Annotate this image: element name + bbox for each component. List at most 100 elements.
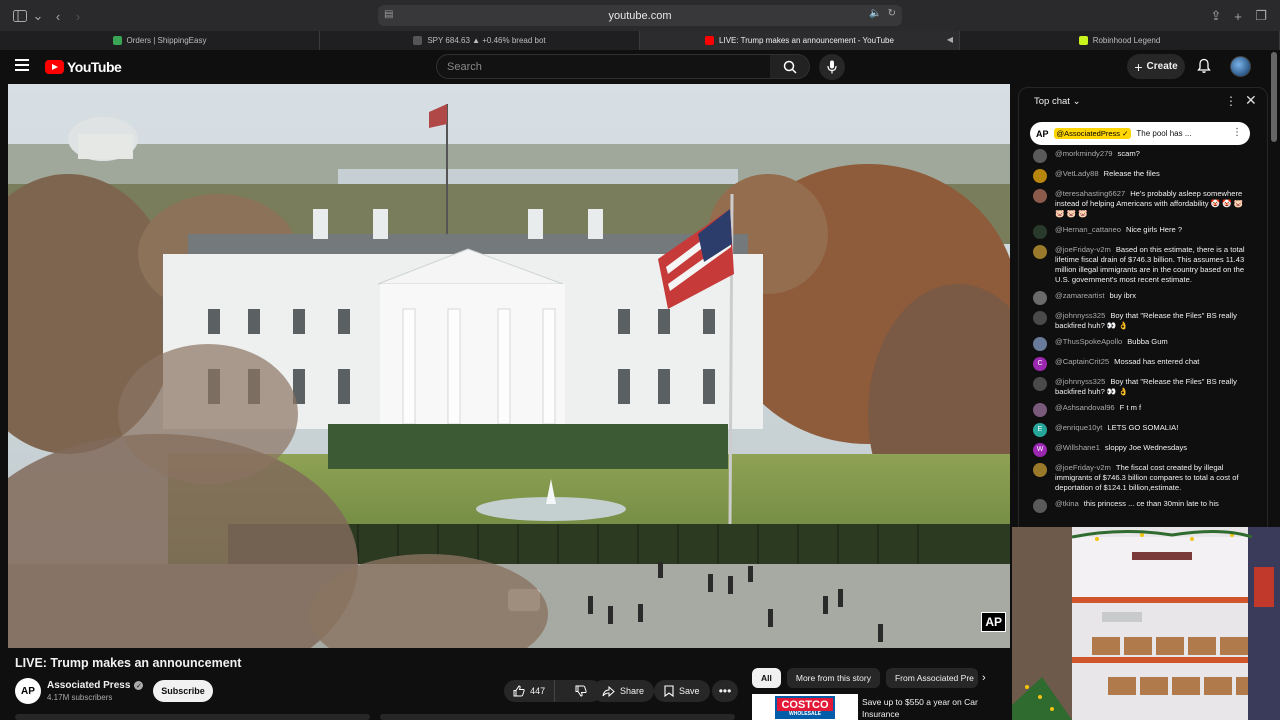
chat-author-avatar[interactable] — [1033, 245, 1047, 259]
bookmark-icon — [664, 685, 674, 697]
chat-message-body: @joeFriday-v2m Based on this estimate, th… — [1055, 245, 1251, 285]
page-settings-icon[interactable]: ▤ — [384, 9, 396, 21]
chat-author-name[interactable]: @teresahasting6627 — [1055, 189, 1125, 198]
youtube-logo[interactable]: YouTube — [45, 59, 122, 75]
tab-overview-icon[interactable]: ❐ — [1251, 6, 1271, 26]
tab-shippingeasy[interactable]: Orders | ShippingEasy — [0, 31, 320, 50]
chat-message[interactable]: E @enrique10yt LETS GO SOMALIA! — [1033, 423, 1251, 437]
chat-author-name[interactable]: @morkmindy279 — [1055, 149, 1113, 158]
chat-message[interactable]: @ThusSpokeApollo Bubba Gum — [1033, 337, 1251, 351]
address-bar[interactable]: ▤ youtube.com 🔈 ↻ — [378, 5, 902, 26]
page-scrollbar[interactable] — [1271, 52, 1277, 142]
save-label: Save — [679, 686, 700, 696]
chevron-down-icon[interactable]: ⌄ — [28, 6, 48, 26]
share-icon[interactable]: ⇪ — [1206, 6, 1226, 26]
chat-author-name[interactable]: @joeFriday-v2m — [1055, 245, 1111, 254]
chat-author-name[interactable]: @VetLady88 — [1055, 169, 1099, 178]
chat-author-name[interactable]: @Ashsandoval96 — [1055, 403, 1115, 412]
chat-message[interactable]: @johnnyss325 Boy that "Release the Files"… — [1033, 311, 1251, 331]
chat-message[interactable]: @joeFriday-v2m Based on this estimate, th… — [1033, 245, 1251, 285]
ad-title[interactable]: Save up to $550 a year on Car Insurance — [862, 696, 992, 720]
chat-author-avatar[interactable] — [1033, 225, 1047, 239]
pinned-more-icon[interactable]: ⋮ — [1232, 127, 1242, 138]
search-input[interactable]: Search — [436, 54, 771, 79]
chat-author-name[interactable]: @tkina — [1055, 499, 1079, 508]
chat-author-avatar[interactable] — [1033, 403, 1047, 417]
channel-avatar[interactable]: AP — [15, 678, 41, 704]
chat-author-avatar[interactable] — [1033, 169, 1047, 183]
chip-all[interactable]: All — [752, 668, 781, 688]
account-avatar[interactable] — [1230, 56, 1251, 77]
chat-message[interactable]: @tkina this princess ... ce than 30min la… — [1033, 499, 1251, 513]
chat-author-name[interactable]: @CaptainCrit25 — [1055, 357, 1109, 366]
share-label: Share — [620, 686, 645, 696]
like-button[interactable]: 447 — [504, 680, 556, 702]
chat-message[interactable]: C @CaptainCrit25 Mossad has entered chat — [1033, 357, 1251, 371]
subscribe-button[interactable]: Subscribe — [153, 680, 213, 702]
chat-author-name[interactable]: @ThusSpokeApollo — [1055, 337, 1122, 346]
chevron-right-icon[interactable]: › — [982, 672, 986, 684]
share-button[interactable]: Share — [592, 680, 655, 702]
chat-author-avatar[interactable] — [1033, 291, 1047, 305]
close-icon[interactable]: ✕ — [1245, 92, 1257, 109]
chat-author-avatar[interactable] — [1033, 311, 1047, 325]
chip-more-from-story[interactable]: More from this story — [786, 668, 880, 688]
chat-message[interactable]: @joeFriday-v2m The fiscal cost created by… — [1033, 463, 1251, 493]
chat-author-name[interactable]: @joeFriday-v2m — [1055, 463, 1111, 472]
chat-author-avatar[interactable] — [1033, 377, 1047, 391]
chat-author-name[interactable]: @enrique10yt — [1055, 423, 1102, 432]
chat-more-icon[interactable]: ⋮ — [1225, 94, 1237, 108]
ad-brand: COSTCO — [781, 698, 829, 711]
search-icon — [783, 60, 797, 74]
chat-author-name[interactable]: @Willshane1 — [1055, 443, 1100, 452]
chat-messages: @morkmindy279 scam? @VetLady88 Release the … — [1033, 149, 1251, 519]
save-button[interactable]: Save — [654, 680, 710, 702]
chip-from-associated-press[interactable]: From Associated Pre — [885, 668, 978, 688]
chevron-down-icon: ⌄ — [1072, 95, 1081, 107]
more-actions-button[interactable]: ••• — [712, 680, 738, 702]
chat-message[interactable]: @zamareartist buy ibrx — [1033, 291, 1251, 305]
chat-author-avatar[interactable] — [1033, 149, 1047, 163]
reload-icon[interactable]: ↻ — [888, 8, 896, 19]
chat-message[interactable]: @Ashsandoval96 F t m f — [1033, 403, 1251, 417]
sidebar-toggle-icon[interactable] — [10, 6, 30, 26]
chat-message[interactable]: @teresahasting6627 He's probably asleep s… — [1033, 189, 1251, 219]
chat-message[interactable]: W @Willshane1 sloppy Joe Wednesdays — [1033, 443, 1251, 457]
chat-author-avatar[interactable]: E — [1033, 423, 1047, 437]
chat-author-name[interactable]: @johnnyss325 — [1055, 311, 1105, 320]
chat-author-avatar[interactable] — [1033, 189, 1047, 203]
video-player[interactable]: AP — [8, 84, 1010, 648]
notifications-bell-icon[interactable] — [1196, 58, 1212, 74]
voice-search-button[interactable] — [819, 54, 845, 80]
chat-mode-selector[interactable]: Top chat ⌄ — [1034, 96, 1081, 107]
forward-icon[interactable]: › — [68, 6, 88, 26]
create-button[interactable]: + Create — [1127, 54, 1185, 79]
tab-mute-icon[interactable]: ◀︎ — [947, 35, 953, 44]
chat-message-body: @ThusSpokeApollo Bubba Gum — [1055, 337, 1251, 351]
picture-in-picture-video[interactable] — [1012, 527, 1280, 720]
chat-author-name[interactable]: @Hernan_cattaneo — [1055, 225, 1121, 234]
search-button[interactable] — [770, 54, 810, 79]
tab-robinhood[interactable]: Robinhood Legend — [960, 31, 1280, 50]
chat-message[interactable]: @johnnyss325 Boy that "Release the Files"… — [1033, 377, 1251, 397]
tab-youtube[interactable]: LIVE: Trump makes an announcement - YouT… — [640, 31, 960, 50]
chat-author-avatar[interactable] — [1033, 499, 1047, 513]
pinned-message[interactable]: AP @AssociatedPress ✓ The pool has ... ⋮ — [1030, 122, 1250, 145]
chat-message[interactable]: @Hernan_cattaneo Nice girls Here ? — [1033, 225, 1251, 239]
ad-thumbnail[interactable]: COSTCO WHOLESALE — [752, 694, 858, 720]
chat-author-avatar[interactable]: W — [1033, 443, 1047, 457]
chat-author-avatar[interactable] — [1033, 463, 1047, 477]
tab-spy[interactable]: SPY 684.63 ▲ +0.46% bread bot — [320, 31, 640, 50]
audio-playing-icon[interactable]: 🔈 — [869, 8, 881, 19]
chat-message-body: @johnnyss325 Boy that "Release the Files"… — [1055, 377, 1251, 397]
chat-author-avatar[interactable] — [1033, 337, 1047, 351]
chat-author-name[interactable]: @johnnyss325 — [1055, 377, 1105, 386]
chat-message[interactable]: @morkmindy279 scam? — [1033, 149, 1251, 163]
back-icon[interactable]: ‹ — [48, 6, 68, 26]
chat-author-avatar[interactable]: C — [1033, 357, 1047, 371]
chat-message[interactable]: @VetLady88 Release the files — [1033, 169, 1251, 183]
channel-name[interactable]: Associated Press ✓ — [47, 680, 144, 691]
menu-icon[interactable] — [15, 59, 29, 71]
new-tab-icon[interactable]: + — [1228, 6, 1248, 26]
chat-author-name[interactable]: @zamareartist — [1055, 291, 1105, 300]
